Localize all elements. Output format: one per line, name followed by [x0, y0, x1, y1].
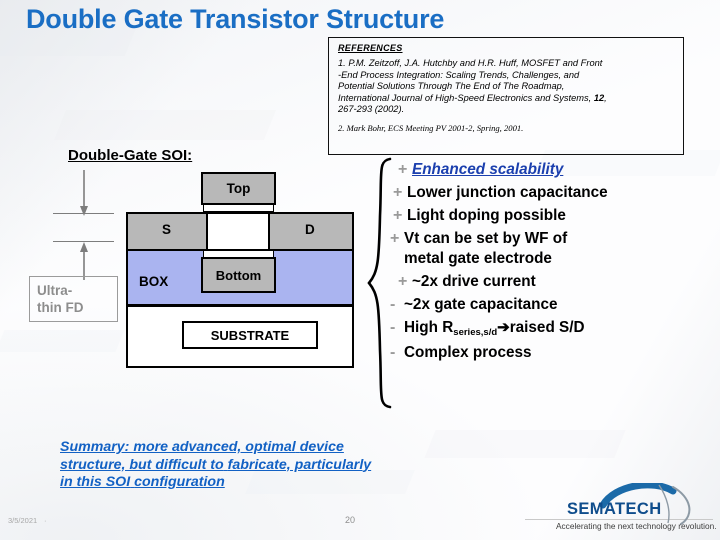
bullet-light-doping-possible: + Light doping possible — [393, 206, 710, 226]
bullet-label: Lower junction capacitance — [407, 184, 608, 201]
bottom-gate-oxide — [203, 250, 274, 258]
minus-marker-icon: - — [390, 344, 396, 361]
bullet-label: metal gate electrode — [404, 250, 552, 267]
bullet-vt-set-by-wf: + Vt can be set by WF of — [390, 229, 710, 249]
bullet-label: Enhanced scalability — [412, 161, 564, 178]
right-arrow-icon: ➔ — [497, 319, 510, 336]
plus-marker-icon: + — [398, 273, 408, 290]
thickness-dimension-arrows — [80, 170, 88, 280]
bullet-2x-gate-capacitance: - ~2x gate capacitance — [390, 295, 710, 315]
bullet-lower-junction-capacitance: + Lower junction capacitance — [393, 183, 710, 203]
plus-marker-icon: + — [393, 184, 403, 201]
minus-marker-icon: - — [390, 319, 396, 336]
box-label: BOX — [139, 274, 169, 289]
ultrathin-fd-callout: Ultra- thin FD — [29, 276, 118, 322]
bullet-label: Light doping possible — [407, 207, 566, 224]
bullet-label: High Rseries,s/d➔raised S/D — [404, 318, 585, 340]
summary-line-4: configuration — [134, 474, 225, 490]
bullet-label: Complex process — [404, 344, 532, 361]
drain-label: D — [305, 222, 315, 237]
advantages-disadvantages-list: + Enhanced scalability + Lower junction … — [390, 160, 710, 366]
ultrathin-fd-line-2: thin FD — [37, 300, 84, 315]
bullet-label: ~2x drive current — [412, 273, 536, 290]
bullet-enhanced-scalability[interactable]: + Enhanced scalability — [398, 160, 710, 180]
channel-region — [206, 212, 270, 251]
bullet-label: Vt can be set by WF of — [404, 230, 568, 247]
top-gate-oxide — [203, 204, 274, 212]
plus-marker-icon: + — [398, 161, 408, 178]
footer-page-number: 20 — [345, 515, 356, 525]
bullet-high-r-text-after: raised S/D — [509, 319, 585, 336]
bullet-complex-process: - Complex process — [390, 343, 710, 363]
dimension-tick-bottom — [53, 241, 114, 242]
bullet-high-r-subscript: series,s/d — [453, 327, 498, 338]
sematech-tagline: Accelerating the next technology revolut… — [556, 521, 717, 531]
bottom-gate: Bottom — [201, 257, 276, 293]
plus-marker-icon: + — [393, 207, 403, 224]
bullet-label: ~2x gate capacitance — [404, 296, 558, 313]
bullet-2x-drive-current: + ~2x drive current — [398, 272, 710, 292]
footer-separator-dot: · — [44, 516, 47, 525]
dimension-tick-top — [53, 213, 114, 214]
footer-date: 3/5/2021 — [8, 516, 38, 525]
bullet-high-r-series: - High Rseries,s/d➔raised S/D — [390, 318, 710, 340]
substrate-label: SUBSTRATE — [182, 321, 318, 349]
summary-text[interactable]: Summary: more advanced, optimal device s… — [60, 439, 380, 492]
plus-marker-icon: + — [390, 230, 400, 247]
minus-marker-icon: - — [390, 296, 396, 313]
top-gate: Top — [201, 172, 276, 205]
summary-line-1: Summary: more advanced, optimal — [60, 439, 296, 455]
sematech-wordmark: SEMATECH — [567, 500, 662, 518]
ultrathin-fd-line-1: Ultra- — [37, 283, 73, 298]
sematech-logo: SEMATECH Accelerating the next technolog… — [555, 481, 717, 533]
bullet-high-r-text: High R — [404, 319, 454, 336]
bullet-metal-gate-electrode-continuation: metal gate electrode — [390, 249, 710, 269]
slide-canvas: Double Gate Transistor Structure REFEREN… — [0, 0, 720, 540]
source-label: S — [162, 222, 172, 237]
